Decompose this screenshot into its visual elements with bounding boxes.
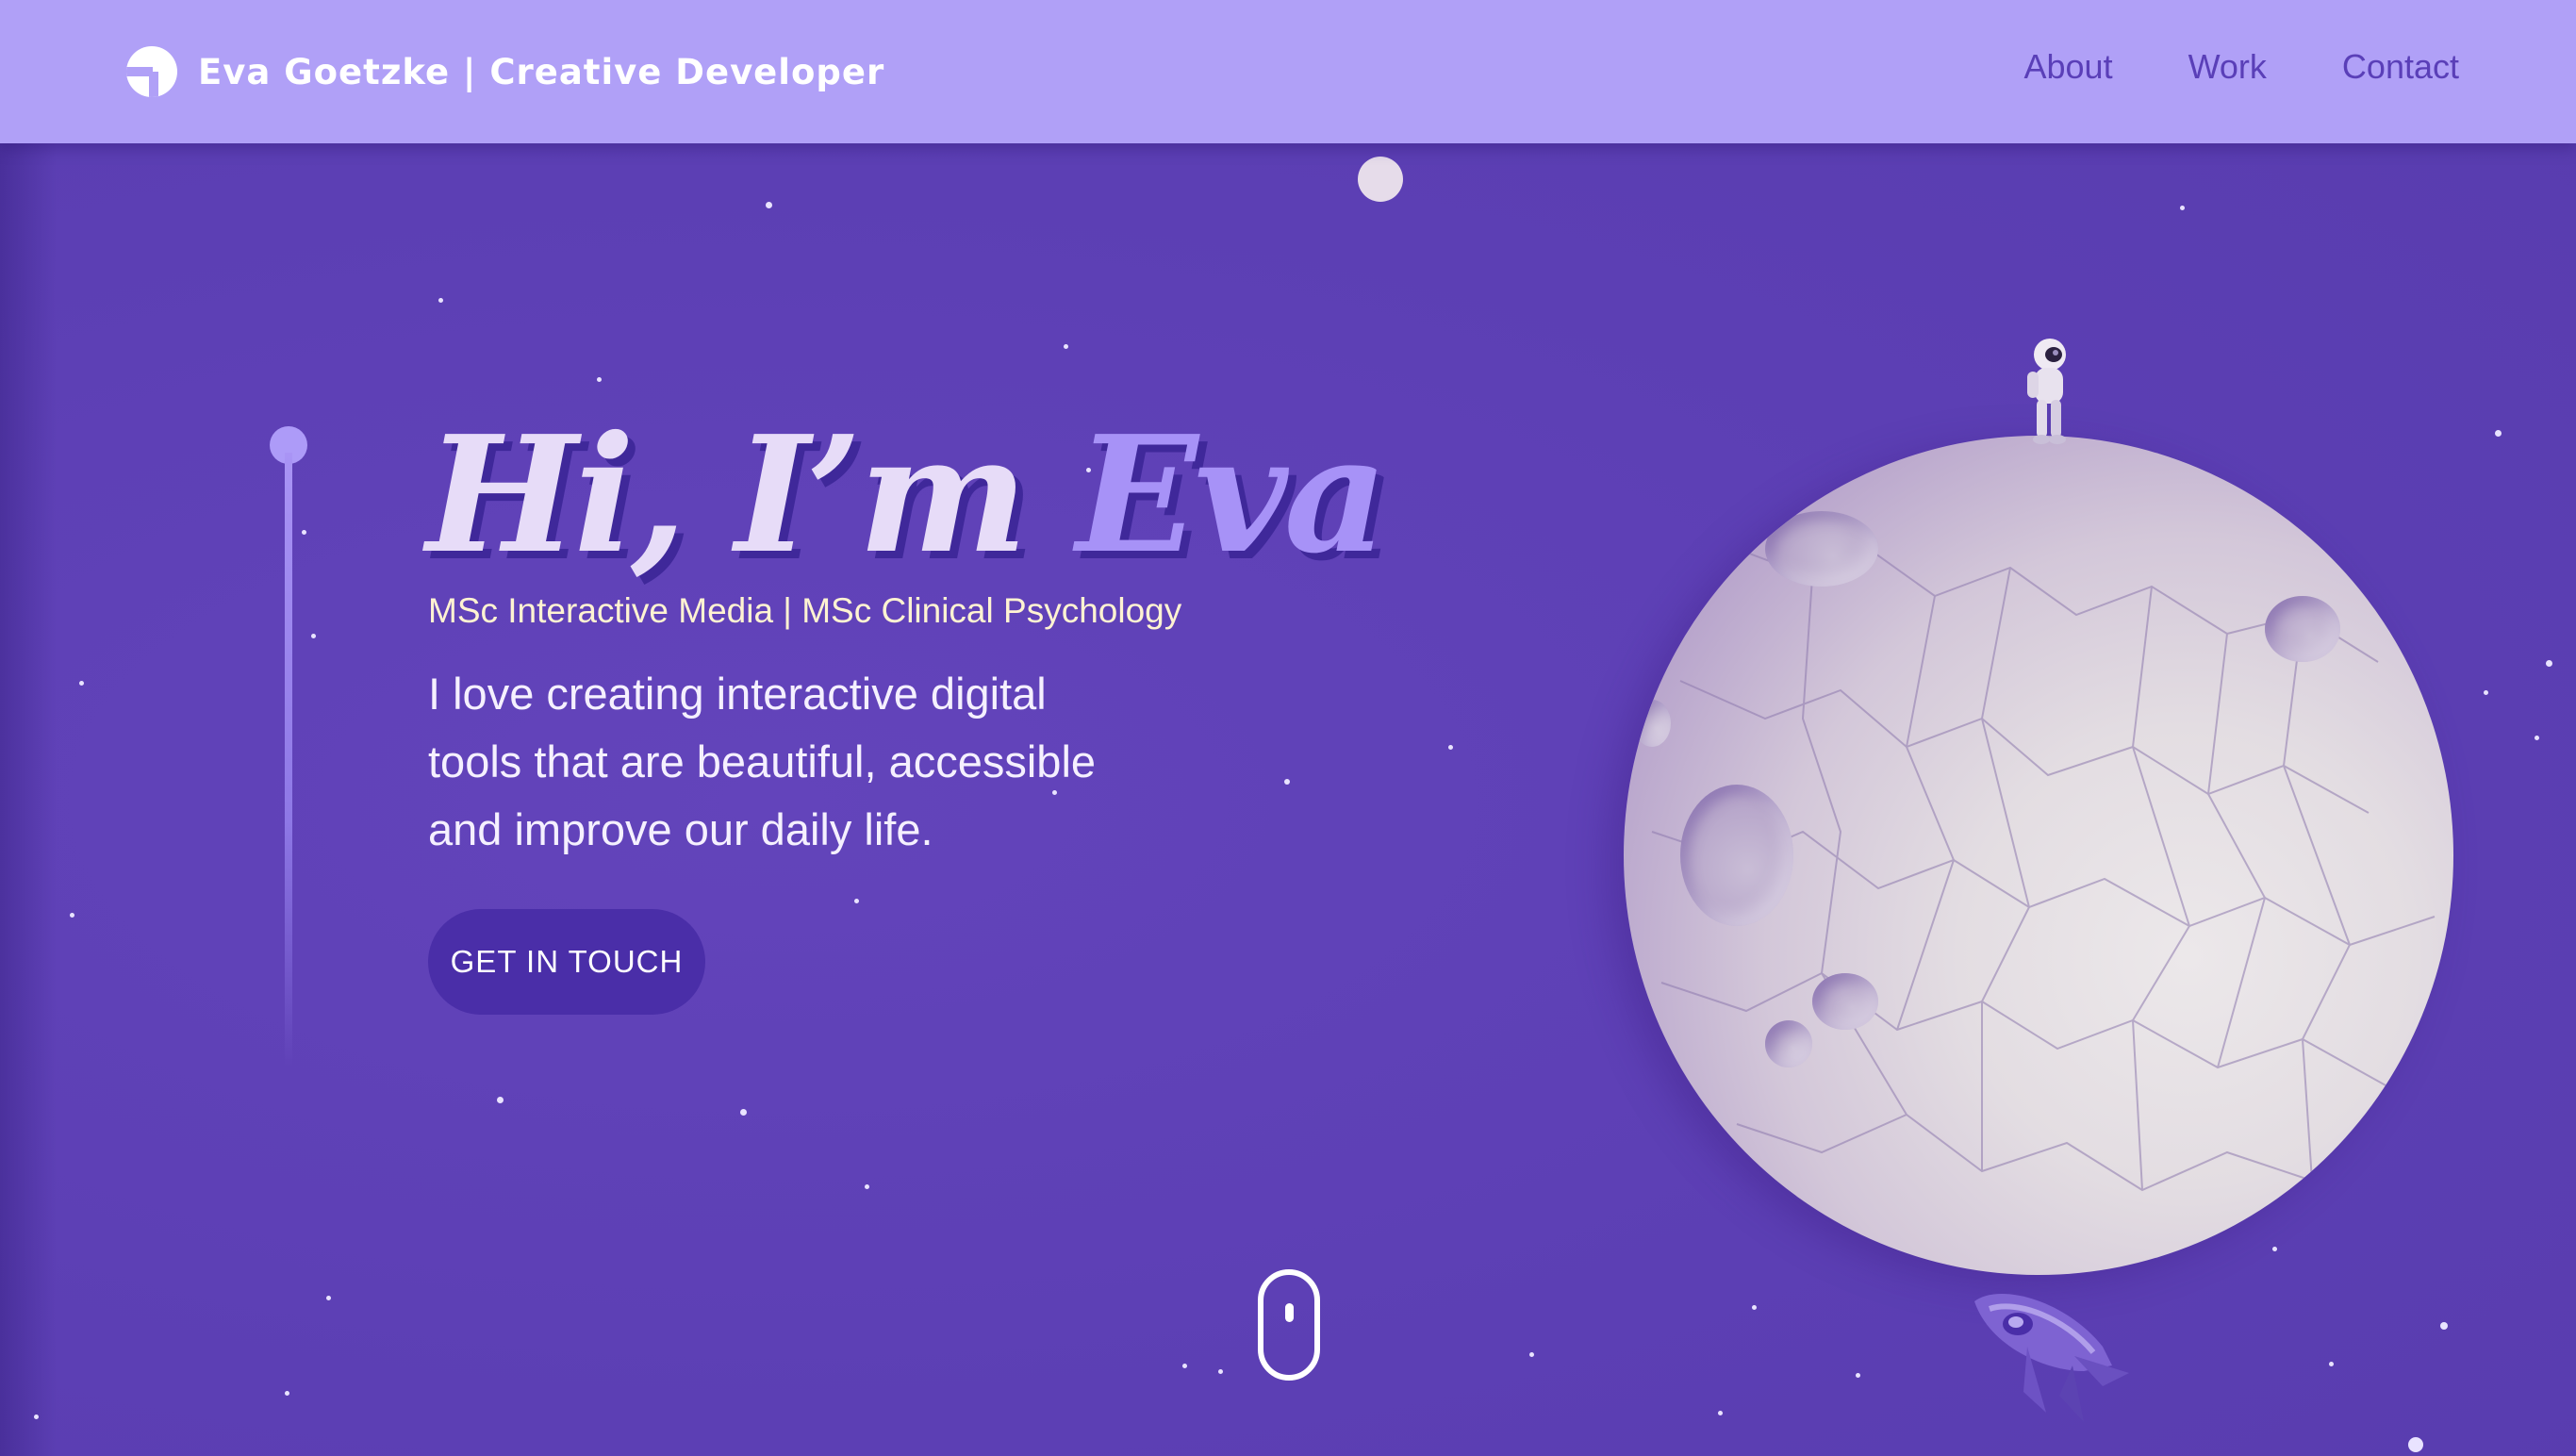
brand[interactable]: Eva Goetzke | Creative Developer [126,45,884,98]
star [854,899,859,903]
star [497,1097,504,1103]
star [1182,1364,1187,1368]
hero-title: Hi, I’m Eva [426,415,1388,575]
small-moon-icon [1358,157,1403,202]
crater [1765,511,1878,587]
star [865,1184,869,1189]
moon-sphere [1624,436,2453,1275]
star [311,634,316,638]
star [2408,1437,2423,1452]
hero-name: Eva [1076,401,1388,589]
star [1064,344,1068,349]
star [2495,430,2502,437]
star [1718,1411,1723,1415]
star [1218,1369,1223,1374]
crater [1633,700,1671,747]
hero-greeting: Hi, I’m [426,401,1028,589]
hero-description: I love creating interactive digital tool… [428,669,1097,854]
star [2440,1322,2448,1330]
star [1752,1305,1757,1310]
star [70,913,74,918]
brand-name: Eva Goetzke | Creative Developer [198,51,885,92]
star [302,530,306,535]
crater [1765,1020,1812,1067]
star [2180,206,2185,210]
timeline-line [285,453,292,1066]
nav-link-work[interactable]: Work [2188,47,2267,87]
crater [1680,785,1793,926]
scroll-wheel [1285,1303,1294,1322]
star [740,1109,747,1116]
star [2484,690,2488,695]
astronaut-illustration [2027,339,2066,444]
star [326,1296,331,1300]
star [285,1391,289,1396]
star [79,681,84,686]
star [1448,745,1453,750]
star [438,298,443,303]
star [2329,1362,2334,1366]
page: Eva Goetzke | Creative Developer About W… [0,0,2576,1456]
star [2535,736,2539,740]
rocket-illustration [1974,1293,2129,1422]
moon-illustration [1624,436,2453,1275]
star [2546,660,2552,667]
get-in-touch-button[interactable]: GET IN TOUCH [428,909,705,1015]
nav-link-contact[interactable]: Contact [2342,47,2459,87]
star [597,377,602,382]
hero-subtitle: MSc Interactive Media | MSc Clinical Psy… [428,591,1182,630]
main-nav: About Work Contact [2024,47,2460,87]
top-navbar: Eva Goetzke | Creative Developer About W… [0,0,2576,143]
star [766,202,772,208]
mouse-scroll-icon[interactable] [1258,1269,1320,1381]
logo-mark-icon [126,46,177,97]
crater [1812,973,1878,1030]
nav-link-about[interactable]: About [2024,47,2113,87]
star [1529,1352,1534,1357]
star [34,1415,39,1419]
star [1284,779,1290,785]
crater [2265,596,2340,662]
star [1856,1373,1860,1378]
